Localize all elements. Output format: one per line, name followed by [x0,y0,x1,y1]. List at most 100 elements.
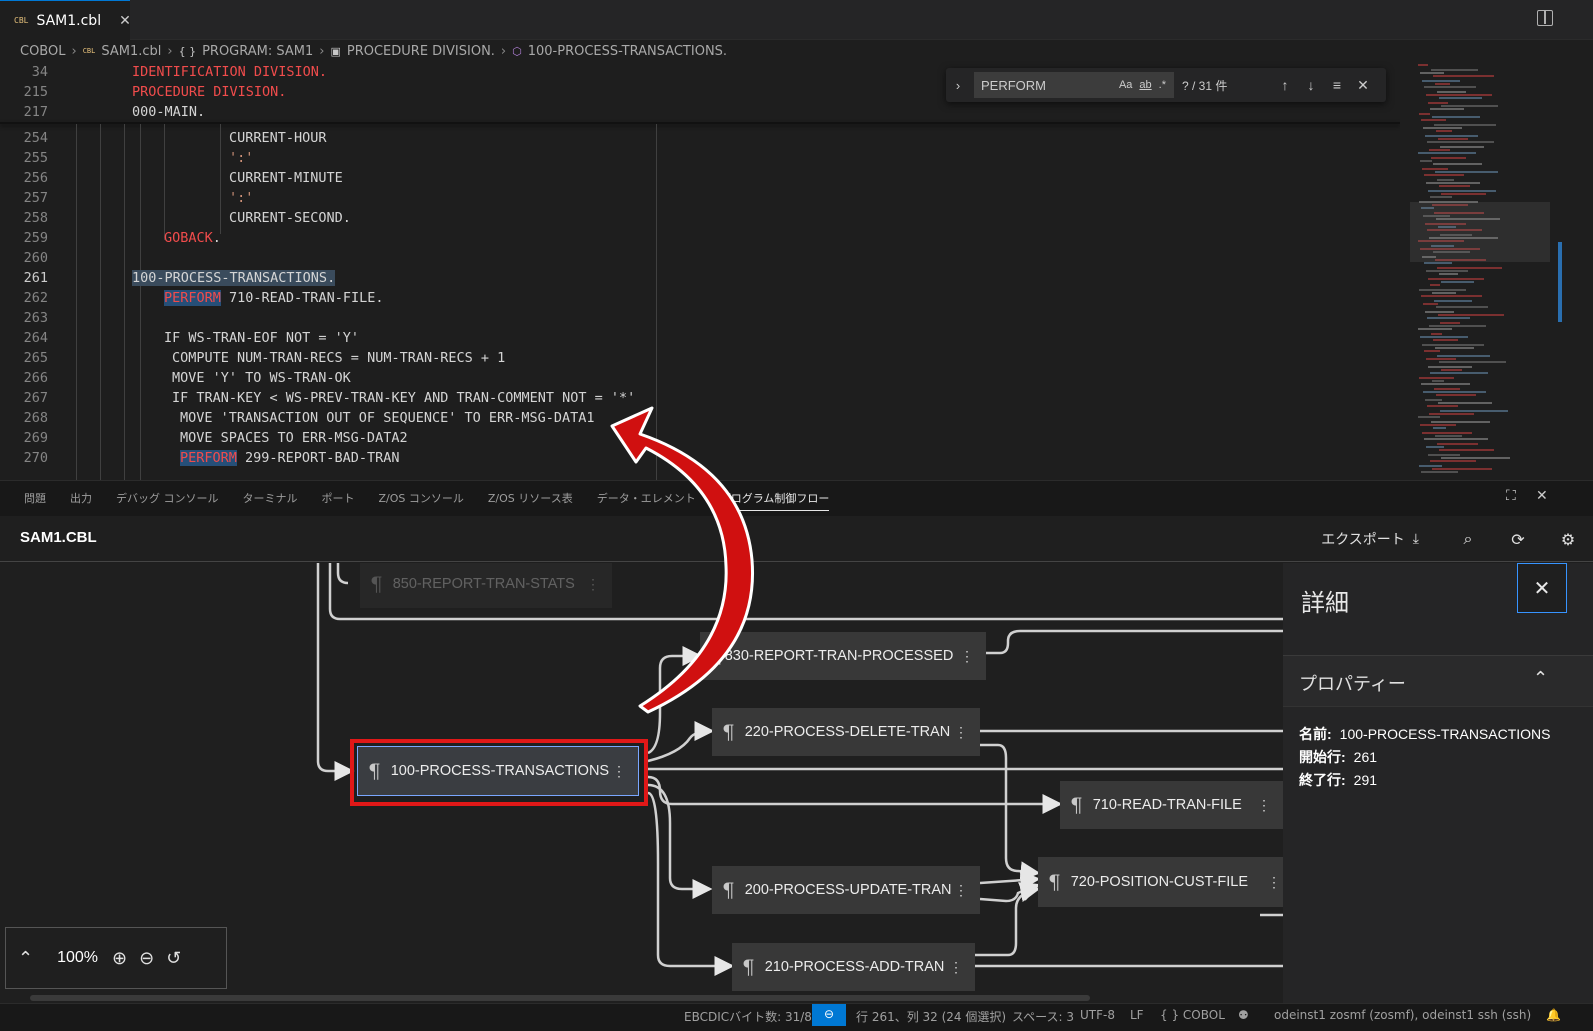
close-panel-icon[interactable]: ✕ [1536,488,1548,504]
more-options-icon[interactable]: ⋮ [954,882,968,899]
flow-node-220[interactable]: ¶ 220-PROCESS-DELETE-TRAN ⋮ [712,708,980,756]
code-line[interactable]: 270 PERFORM 299-REPORT-BAD-TRAN [0,448,1400,468]
status-language[interactable]: { } COBOL [1160,1008,1225,1022]
status-spaces[interactable]: スペース: 3 [1012,1008,1074,1025]
code-line[interactable]: 255 ':' [0,148,1400,168]
zoom-out-icon[interactable]: ⊖ [139,948,154,969]
flow-node-720[interactable]: ¶ 720-POSITION-CUST-FILE ⋮ [1038,857,1283,907]
sticky-line[interactable]: 217 000-MAIN. [0,102,1400,122]
code-line[interactable]: 264 IF WS-TRAN-EOF NOT = 'Y' [0,328,1400,348]
code-line[interactable]: 267 IF TRAN-KEY < WS-PREV-TRAN-KEY AND T… [0,388,1400,408]
code-line[interactable]: 256 CURRENT-MINUTE [0,168,1400,188]
minimap-line [1439,97,1482,99]
panel-tab-zos-resources[interactable]: Z/OS リソース表 [476,481,585,517]
panel-tab-program-control-flow[interactable]: プログラム制御フロー [708,481,842,517]
code-editor[interactable]: 34 IDENTIFICATION DIVISION. 215 PROCEDUR… [0,62,1400,480]
breadcrumb-item[interactable]: PROCEDURE DIVISION. [347,44,495,59]
chevron-up-icon[interactable]: ⌃ [18,948,33,969]
breadcrumb-item[interactable]: SAM1.cbl [101,44,161,59]
minimap[interactable] [1410,62,1550,480]
panel-tab-ports[interactable]: ポート [310,481,367,517]
code-line[interactable]: 260 [0,248,1400,268]
code-line[interactable]: 266 MOVE 'Y' TO WS-TRAN-OK [0,368,1400,388]
status-position[interactable]: 行 261、列 32 (24 個選択) [856,1008,1006,1025]
match-case-toggle[interactable]: Aa [1119,79,1132,91]
code-text: CURRENT-MINUTE [229,170,343,186]
close-icon[interactable]: ✕ [1350,77,1376,94]
status-badge[interactable]: ⊖ [812,1004,846,1026]
breadcrumb-item[interactable]: COBOL [20,44,65,59]
sticky-separator [0,122,1400,124]
find-input[interactable]: PERFORM Aa ab .* [974,72,1174,98]
more-options-icon[interactable]: ⋮ [586,576,600,593]
flow-node-850[interactable]: ¶ 850-REPORT-TRAN-STATS ⋮ [360,563,612,608]
properties-section-header[interactable]: プロパティー ⌃ [1283,655,1593,707]
flow-node-830[interactable]: ¶ 830-REPORT-TRAN-PROCESSED ⋮ [700,632,986,680]
breadcrumb-item[interactable]: 100-PROCESS-TRANSACTIONS. [528,44,727,59]
arrow-up-icon[interactable]: ↑ [1272,77,1298,93]
split-editor-icon[interactable] [1537,10,1553,26]
minimap-line [1433,75,1494,77]
close-icon[interactable]: ✕ [119,13,131,29]
code-line[interactable]: 265 COMPUTE NUM-TRAN-RECS = NUM-TRAN-REC… [0,348,1400,368]
panel-tab-data-elements[interactable]: データ・エレメント [585,481,708,517]
maximize-panel-icon[interactable]: ⛶ [1506,488,1516,504]
code-line[interactable]: 269 MOVE SPACES TO ERR-MSG-DATA2 [0,428,1400,448]
scrollbar-thumb[interactable] [1558,242,1562,322]
panel-tab-output[interactable]: 出力 [58,481,104,517]
panel-tab-problems[interactable]: 問題 [12,481,58,517]
bell-icon[interactable]: 🔔 [1546,1008,1561,1022]
find-in-selection-icon[interactable]: ≡ [1324,77,1350,93]
reset-zoom-icon[interactable]: ↺ [166,948,181,969]
code-text: MOVE 'Y' TO WS-TRAN-OK [172,370,351,386]
scrollbar-thumb[interactable] [30,995,1090,1001]
whole-word-toggle[interactable]: ab [1139,79,1151,91]
code-line[interactable]: 258 CURRENT-SECOND. [0,208,1400,228]
flow-node-210[interactable]: ¶ 210-PROCESS-ADD-TRAN ⋮ [732,943,975,991]
minimap-line [1432,292,1456,294]
flow-node-710[interactable]: ¶ 710-READ-TRAN-FILE ⋮ [1060,781,1283,829]
more-options-icon[interactable]: ⋮ [954,724,968,741]
status-eol[interactable]: LF [1130,1008,1144,1022]
panel-tab-zos-console[interactable]: Z/OS コンソール [367,481,476,517]
panel-tab-terminal[interactable]: ターミナル [231,481,310,517]
minimap-viewport[interactable] [1410,202,1550,262]
gear-icon[interactable]: ⚙ [1543,530,1593,549]
more-options-icon[interactable]: ⋮ [1267,874,1281,891]
code-line[interactable]: 257 ':' [0,188,1400,208]
breadcrumb-item[interactable]: PROGRAM: SAM1 [202,44,313,59]
toggle-replace-chevron-icon[interactable]: › [946,78,970,93]
code-line[interactable]: 263 [0,308,1400,328]
status-ebcdic[interactable]: EBCDICバイト数: 31/80 [684,1008,820,1025]
refresh-icon[interactable]: ⟳ [1493,530,1543,549]
canvas-horizontal-scrollbar[interactable] [0,993,1283,1003]
more-options-icon[interactable]: ⋮ [949,959,963,976]
copilot-icon[interactable]: ⚉ [1238,1008,1249,1022]
regex-toggle[interactable]: .* [1159,79,1166,91]
paragraph-icon: ¶ [742,955,755,979]
more-options-icon[interactable]: ⋮ [1257,797,1271,814]
breadcrumb: COBOL › CBL SAM1.cbl › { } PROGRAM: SAM1… [20,40,727,62]
code-line-current[interactable]: 261 100-PROCESS-TRANSACTIONS. [0,268,1400,288]
code-line[interactable]: 268 MOVE 'TRANSACTION OUT OF SEQUENCE' T… [0,408,1400,428]
close-details-button[interactable]: ✕ [1517,563,1567,613]
search-icon[interactable]: ⌕ [1443,529,1493,549]
code-text: IF WS-TRAN-EOF NOT = 'Y' [164,330,360,346]
minimap-line [1437,355,1490,357]
export-button[interactable]: エクスポート ⤓ [1321,529,1419,549]
zoom-controls: ⌃ 100% ⊕ ⊖ ↺ [5,927,227,989]
minimap-line [1431,333,1442,335]
zoom-in-icon[interactable]: ⊕ [112,948,127,969]
flow-node-200[interactable]: ¶ 200-PROCESS-UPDATE-TRAN ⋮ [712,866,980,914]
code-line[interactable]: 262 PERFORM 710-READ-TRAN-FILE. [0,288,1400,308]
panel-tab-debug-console[interactable]: デバッグ コンソール [104,481,231,517]
code-line[interactable]: 259 GOBACK. [0,228,1400,248]
editor-vertical-scrollbar[interactable] [1556,62,1564,480]
tab-sam1-cbl[interactable]: CBL SAM1.cbl ✕ [0,0,131,40]
code-line[interactable]: 254 CURRENT-HOUR [0,128,1400,148]
minimap-line [1430,284,1440,286]
more-options-icon[interactable]: ⋮ [960,648,974,665]
status-encoding[interactable]: UTF-8 [1080,1008,1115,1022]
arrow-down-icon[interactable]: ↓ [1298,77,1324,93]
status-connection[interactable]: odeinst1 zosmf (zosmf), odeinst1 ssh (ss… [1274,1008,1531,1022]
